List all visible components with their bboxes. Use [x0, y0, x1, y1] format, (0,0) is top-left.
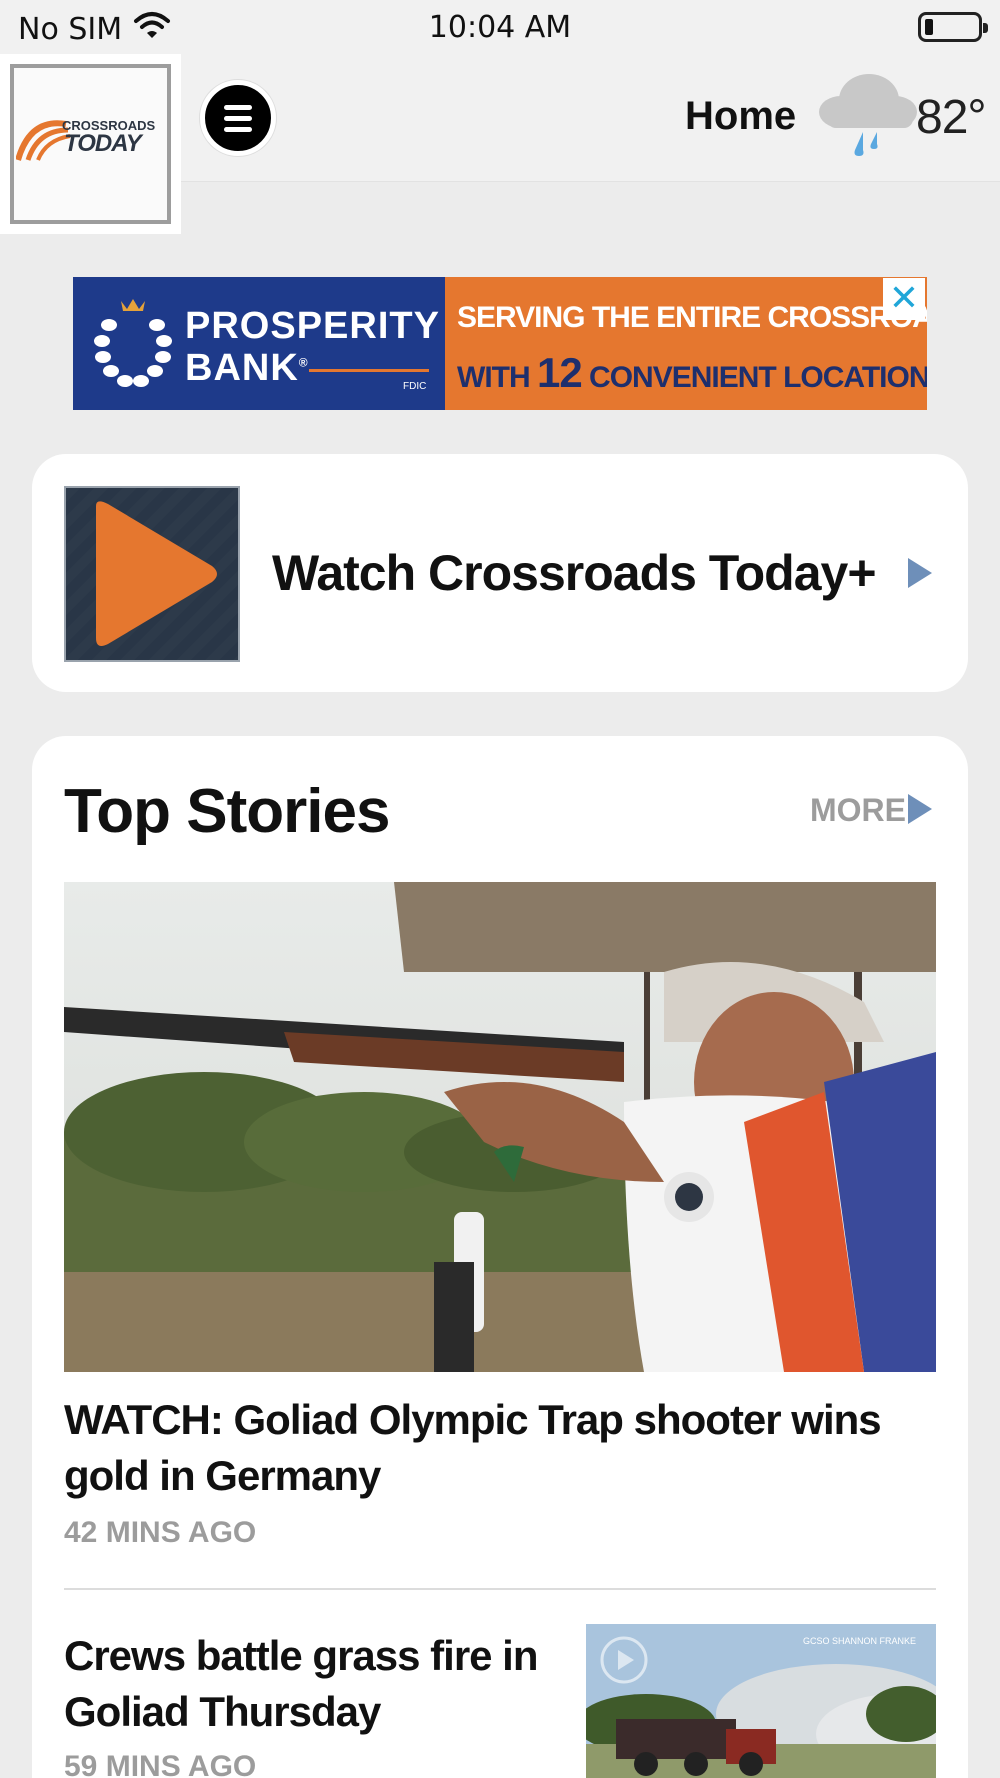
- story-hero-image[interactable]: [64, 882, 936, 1372]
- ad-accent-line: [309, 369, 429, 372]
- app-header: CROSSROADS TODAY Home 82°: [0, 54, 1000, 234]
- battery-icon: [918, 12, 988, 42]
- story-thumbnail[interactable]: GCSO SHANNON FRANKE: [586, 1624, 936, 1778]
- app-screen: No SIM 10:04 AM CROSSROADS TODAY Home 82…: [0, 0, 1000, 1778]
- top-stories-section: Top Stories MORE WATCH: Goliad Olympic T…: [32, 736, 968, 1778]
- crossroads-today-logo[interactable]: CROSSROADS TODAY: [0, 54, 181, 234]
- rain-cloud-icon[interactable]: [815, 66, 919, 171]
- ad-message-line1: SERVING THE ENTIRE CROSSROADS AREA: [457, 301, 927, 334]
- menu-bar-middle: [224, 116, 252, 121]
- logo-text-line2: TODAY: [64, 130, 142, 157]
- bank-wreath-icon: [94, 299, 172, 387]
- image-credit: GCSO SHANNON FRANKE: [802, 1636, 916, 1646]
- play-icon: [96, 501, 217, 646]
- ad-fdic: FDIC: [403, 381, 427, 392]
- ad-message-prefix: WITH: [457, 361, 531, 394]
- more-link[interactable]: MORE: [810, 792, 906, 829]
- ad-brand-panel: PROSPERITY BANK® FDIC: [73, 277, 445, 410]
- story-timestamp: 42 MINS AGO: [64, 1516, 257, 1549]
- ad-message-line2: WITH 12 CONVENIENT LOCATIONS: [457, 349, 927, 397]
- ad-banner[interactable]: PROSPERITY BANK® FDIC SERVING THE ENTIRE…: [73, 277, 927, 410]
- ad-registered-mark: ®: [298, 355, 309, 370]
- story-timestamp: 59 MINS AGO: [64, 1750, 257, 1778]
- battery-level: [925, 19, 933, 35]
- ad-brand-line1: PROSPERITY: [185, 305, 440, 347]
- hamburger-menu-icon[interactable]: [200, 80, 276, 156]
- story-divider: [64, 1588, 936, 1590]
- more-chevron-icon[interactable]: [908, 794, 932, 824]
- section-title: Home: [685, 94, 797, 138]
- watch-title: Watch Crossroads Today+: [272, 545, 877, 601]
- ad-message-panel: SERVING THE ENTIRE CROSSROADS AREA WITH …: [445, 277, 927, 410]
- temperature-label: 82°: [916, 91, 987, 144]
- watch-thumbnail: [64, 486, 240, 662]
- menu-bar-top: [224, 105, 252, 110]
- ad-brand-bank: BANK: [185, 347, 299, 389]
- watch-live-card[interactable]: Watch Crossroads Today+: [32, 454, 968, 692]
- story-headline[interactable]: Crews battle grass fire in Goliad Thursd…: [64, 1628, 564, 1740]
- logo-frame: CROSSROADS TODAY: [10, 64, 171, 224]
- chevron-right-icon: [908, 558, 932, 588]
- section-heading: Top Stories: [64, 777, 390, 846]
- menu-bar-bottom: [224, 127, 252, 132]
- status-bar: No SIM 10:04 AM: [0, 0, 1000, 54]
- close-icon[interactable]: ✕: [883, 278, 925, 320]
- ad-message-number: 12: [536, 349, 583, 396]
- story-headline[interactable]: WATCH: Goliad Olympic Trap shooter wins …: [64, 1392, 904, 1504]
- ad-brand-line2: BANK®: [185, 347, 309, 390]
- status-time: 10:04 AM: [428, 10, 572, 45]
- ad-message-suffix: CONVENIENT LOCATIONS: [589, 361, 927, 394]
